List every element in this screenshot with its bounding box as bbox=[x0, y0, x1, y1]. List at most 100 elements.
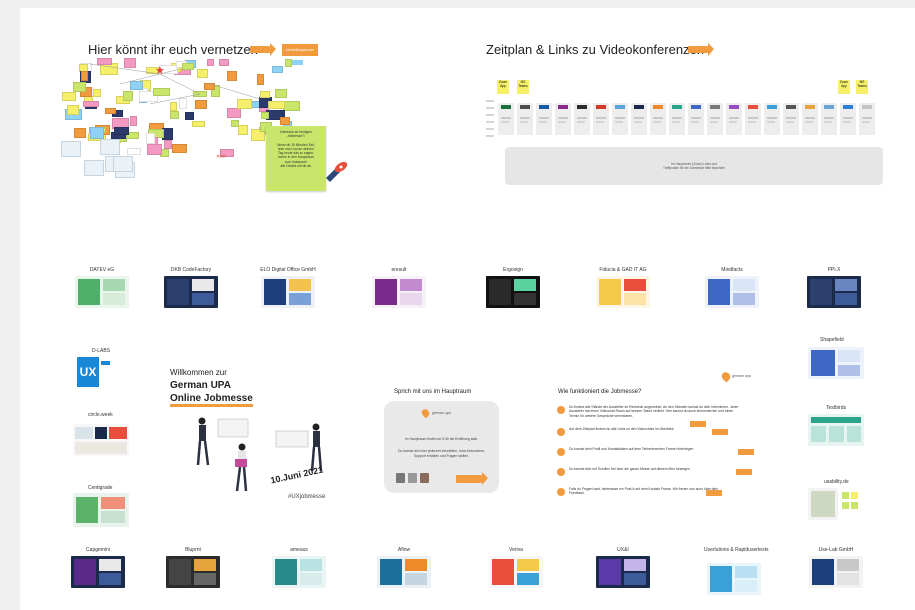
link-placeholder[interactable] bbox=[691, 117, 701, 119]
sticky-note[interactable] bbox=[90, 126, 105, 139]
exhibitor-booth[interactable] bbox=[272, 556, 326, 588]
link-placeholder[interactable] bbox=[805, 117, 815, 119]
sticky-note[interactable] bbox=[73, 128, 87, 138]
link-placeholder[interactable] bbox=[729, 121, 737, 123]
link-placeholder[interactable] bbox=[615, 117, 625, 119]
sticky-note[interactable] bbox=[280, 117, 291, 125]
network-tag[interactable]: Vorstellungsrunde bbox=[282, 44, 318, 56]
exhibitor-booth[interactable] bbox=[486, 276, 540, 308]
sticky-note[interactable] bbox=[291, 60, 303, 65]
arrow-icon[interactable] bbox=[712, 429, 728, 435]
link-placeholder[interactable] bbox=[710, 117, 720, 119]
sticky-note[interactable] bbox=[146, 144, 163, 156]
exhibitor-booth[interactable] bbox=[377, 556, 431, 588]
sticky-note[interactable] bbox=[227, 108, 241, 118]
arrow-icon[interactable] bbox=[736, 469, 752, 475]
sticky-note[interactable] bbox=[61, 92, 76, 101]
sticky-note[interactable] bbox=[219, 59, 230, 66]
sticky-note[interactable] bbox=[185, 111, 194, 121]
link-placeholder[interactable] bbox=[824, 121, 832, 123]
sticky-note[interactable] bbox=[169, 101, 177, 112]
sticky-note[interactable] bbox=[842, 492, 849, 499]
sticky-note[interactable] bbox=[72, 82, 86, 92]
link-placeholder[interactable] bbox=[501, 121, 509, 123]
link-placeholder[interactable] bbox=[710, 121, 718, 123]
link-placeholder[interactable] bbox=[596, 121, 604, 123]
exhibitor-booth[interactable] bbox=[707, 563, 761, 595]
exhibitor-booth[interactable] bbox=[809, 556, 863, 588]
sticky-note[interactable] bbox=[129, 81, 143, 91]
mainroom-card[interactable]: german upa Im Hauptraum findet um 9:30 d… bbox=[384, 401, 499, 493]
exhibitor-booth-circleweek[interactable] bbox=[73, 424, 129, 456]
exhibitor-booth-shapefield[interactable] bbox=[808, 347, 864, 379]
link-placeholder[interactable] bbox=[672, 121, 680, 123]
arrow-icon[interactable] bbox=[738, 449, 754, 455]
link-placeholder[interactable] bbox=[843, 121, 851, 123]
link-placeholder[interactable] bbox=[767, 121, 775, 123]
exhibitor-booth[interactable] bbox=[596, 276, 650, 308]
link-placeholder[interactable] bbox=[786, 117, 796, 119]
sticky-note[interactable] bbox=[81, 70, 89, 82]
link-placeholder[interactable] bbox=[653, 121, 661, 123]
sticky-note[interactable] bbox=[259, 90, 270, 99]
sticky-note[interactable] bbox=[122, 90, 133, 102]
sticky-note[interactable] bbox=[178, 98, 188, 110]
sticky-note[interactable] bbox=[97, 58, 112, 65]
sticky-note[interactable] bbox=[83, 101, 100, 108]
join-arrow-icon[interactable] bbox=[456, 472, 488, 485]
link-placeholder[interactable] bbox=[596, 117, 606, 119]
link-placeholder[interactable] bbox=[577, 117, 587, 119]
exhibitor-booth[interactable] bbox=[164, 276, 218, 308]
link-placeholder[interactable] bbox=[539, 117, 549, 119]
sticky-note[interactable] bbox=[227, 70, 238, 82]
link-placeholder[interactable] bbox=[843, 117, 853, 119]
exhibitor-booth[interactable] bbox=[75, 276, 129, 308]
exhibitor-booth[interactable] bbox=[166, 556, 220, 588]
sticky-note[interactable] bbox=[105, 108, 116, 115]
link-placeholder[interactable] bbox=[501, 117, 511, 119]
sticky-note[interactable] bbox=[261, 111, 270, 119]
sticky-note[interactable] bbox=[170, 111, 179, 119]
sticky-note[interactable] bbox=[152, 87, 170, 97]
sticky-note[interactable] bbox=[236, 98, 253, 110]
profile-card[interactable] bbox=[84, 160, 105, 177]
exhibitor-booth-usability[interactable] bbox=[808, 488, 838, 520]
zoom-sticky[interactable]: Zoom App bbox=[497, 80, 509, 94]
teams-sticky[interactable]: MS Teams bbox=[517, 80, 529, 94]
sticky-note[interactable] bbox=[268, 100, 286, 110]
link-placeholder[interactable] bbox=[634, 117, 644, 119]
exhibitor-booth-centigrade[interactable] bbox=[73, 493, 129, 527]
link-placeholder[interactable] bbox=[691, 121, 699, 123]
sticky-note[interactable] bbox=[256, 73, 264, 85]
link-placeholder[interactable] bbox=[862, 117, 872, 119]
link-placeholder[interactable] bbox=[558, 121, 566, 123]
zoom-sticky[interactable]: Zoom App bbox=[838, 80, 850, 94]
sticky-note[interactable] bbox=[237, 125, 249, 135]
sticky-note[interactable] bbox=[93, 89, 102, 98]
exhibitor-booth[interactable] bbox=[372, 276, 426, 308]
link-placeholder[interactable] bbox=[786, 121, 794, 123]
sticky-note[interactable] bbox=[197, 69, 208, 79]
link-placeholder[interactable] bbox=[539, 121, 547, 123]
sticky-note[interactable] bbox=[129, 116, 138, 127]
link-placeholder[interactable] bbox=[805, 121, 813, 123]
exhibitor-booth-testbirds[interactable] bbox=[808, 414, 864, 446]
link-placeholder[interactable] bbox=[824, 117, 834, 119]
link-placeholder[interactable] bbox=[558, 117, 568, 119]
exhibitor-booth[interactable] bbox=[596, 556, 650, 588]
exhibitor-booth[interactable] bbox=[705, 276, 759, 308]
sticky-note[interactable] bbox=[274, 88, 288, 98]
sticky-note[interactable] bbox=[203, 83, 216, 90]
sticky-note[interactable] bbox=[851, 502, 858, 509]
link-placeholder[interactable] bbox=[672, 117, 682, 119]
profile-card[interactable] bbox=[113, 155, 134, 172]
arrow-icon[interactable] bbox=[706, 490, 722, 496]
sticky-note[interactable] bbox=[842, 502, 849, 509]
miro-board[interactable]: Hier könnt ihr euch vernetzen Vorstellun… bbox=[20, 8, 915, 610]
link-placeholder[interactable] bbox=[634, 121, 642, 123]
sticky-note[interactable] bbox=[207, 58, 215, 66]
sticky-note[interactable] bbox=[272, 66, 284, 73]
exhibitor-booth[interactable] bbox=[71, 556, 125, 588]
link-placeholder[interactable] bbox=[748, 121, 756, 123]
link-placeholder[interactable] bbox=[520, 117, 530, 119]
